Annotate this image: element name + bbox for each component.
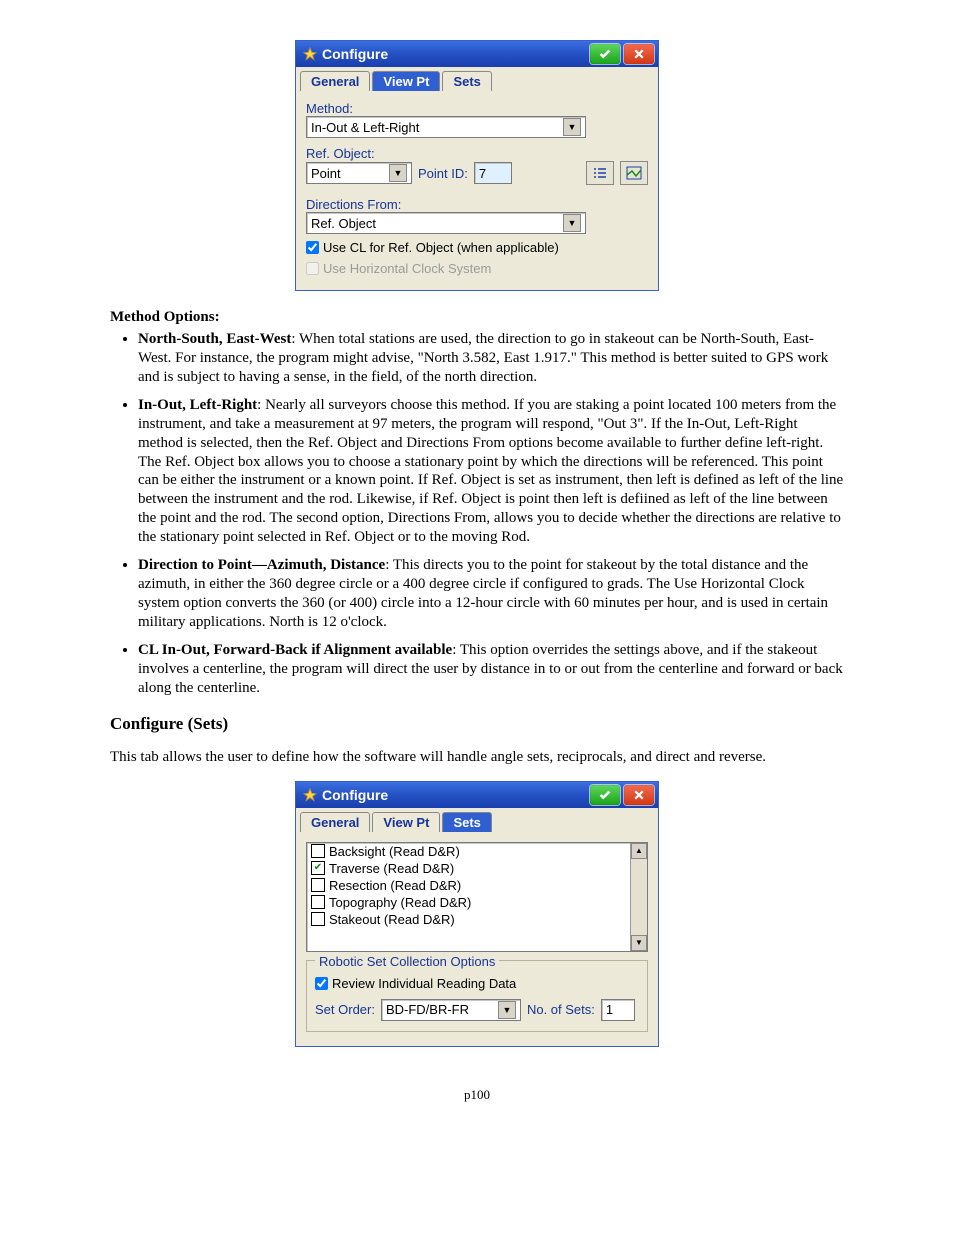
use-cl-label: Use CL for Ref. Object (when applicable) — [323, 240, 559, 255]
page-number: p100 — [110, 1087, 844, 1103]
configure-dialog-sets: Configure General View Pt Sets Backsight… — [295, 781, 659, 1047]
chevron-down-icon: ▼ — [389, 164, 407, 182]
checkbox-icon[interactable] — [311, 844, 325, 858]
panel-viewpt: Method: In-Out & Left-Right ▼ Ref. Objec… — [296, 91, 658, 290]
nosets-input[interactable]: 1 — [601, 999, 635, 1021]
configure-icon — [302, 787, 318, 803]
list-item[interactable]: Traverse (Read D&R) — [307, 860, 647, 877]
list-item: North-South, East-West: When total stati… — [138, 330, 844, 386]
configure-sets-heading: Configure (Sets) — [110, 714, 844, 734]
pointid-value: 7 — [479, 166, 486, 181]
dirfrom-label: Directions From: — [306, 197, 648, 212]
robotic-set-group: Robotic Set Collection Options Review In… — [306, 960, 648, 1032]
group-title: Robotic Set Collection Options — [315, 954, 499, 969]
review-individual-checkbox[interactable]: Review Individual Reading Data — [315, 976, 639, 991]
list-item[interactable]: Backsight (Read D&R) — [307, 843, 647, 860]
titlebar[interactable]: Configure — [296, 41, 658, 67]
tab-general[interactable]: General — [300, 812, 370, 832]
pointid-label: Point ID: — [418, 166, 468, 181]
setorder-value: BD-FD/BR-FR — [386, 1002, 469, 1017]
map-icon — [626, 166, 642, 180]
setorder-select[interactable]: BD-FD/BR-FR ▼ — [381, 999, 521, 1021]
method-options-list: North-South, East-West: When total stati… — [110, 330, 844, 698]
scrollbar[interactable]: ▲ ▼ — [630, 843, 647, 951]
close-button[interactable] — [624, 785, 654, 805]
dialog-title: Configure — [322, 787, 388, 803]
method-label: Method: — [306, 101, 648, 116]
dirfrom-select[interactable]: Ref. Object ▼ — [306, 212, 586, 234]
dialog-title: Configure — [322, 46, 388, 62]
read-dr-listbox[interactable]: Backsight (Read D&R) Traverse (Read D&R)… — [306, 842, 648, 952]
tabs: General View Pt Sets — [296, 67, 658, 91]
nosets-value: 1 — [606, 1002, 613, 1017]
chevron-down-icon: ▼ — [498, 1001, 516, 1019]
dirfrom-value: Ref. Object — [311, 216, 376, 231]
configure-dialog-viewpt: Configure General View Pt Sets Method: I… — [295, 40, 659, 291]
list-item[interactable]: Topography (Read D&R) — [307, 894, 647, 911]
review-individual-label: Review Individual Reading Data — [332, 976, 516, 991]
list-item[interactable]: Resection (Read D&R) — [307, 877, 647, 894]
list-icon — [592, 166, 608, 180]
list-item: CL In-Out, Forward-Back if Alignment ava… — [138, 641, 844, 697]
list-item: In-Out, Left-Right: Nearly all surveyors… — [138, 396, 844, 546]
setorder-label: Set Order: — [315, 1002, 375, 1017]
tab-sets[interactable]: Sets — [442, 812, 491, 832]
use-hclock-checkbox[interactable]: Use Horizontal Clock System — [306, 261, 648, 276]
panel-sets: Backsight (Read D&R) Traverse (Read D&R)… — [296, 832, 658, 1046]
refobject-select[interactable]: Point ▼ — [306, 162, 412, 184]
list-button[interactable] — [586, 161, 614, 185]
review-individual-input[interactable] — [315, 977, 328, 990]
method-select[interactable]: In-Out & Left-Right ▼ — [306, 116, 586, 138]
tab-viewpt[interactable]: View Pt — [372, 71, 440, 91]
refobject-label: Ref. Object: — [306, 146, 648, 161]
list-item: Direction to Point—Azimuth, Distance: Th… — [138, 556, 844, 631]
checkbox-icon[interactable] — [311, 878, 325, 892]
use-hclock-input — [306, 262, 319, 275]
ok-button[interactable] — [590, 785, 620, 805]
use-hclock-label: Use Horizontal Clock System — [323, 261, 491, 276]
method-options-heading: Method Options: — [110, 309, 844, 326]
tabs: General View Pt Sets — [296, 808, 658, 832]
scroll-down-icon[interactable]: ▼ — [631, 935, 647, 951]
checkbox-icon[interactable] — [311, 912, 325, 926]
tab-sets[interactable]: Sets — [442, 71, 491, 91]
use-cl-input[interactable] — [306, 241, 319, 254]
configure-sets-intro: This tab allows the user to define how t… — [110, 749, 844, 766]
configure-icon — [302, 46, 318, 62]
chevron-down-icon: ▼ — [563, 214, 581, 232]
ok-button[interactable] — [590, 44, 620, 64]
checkbox-icon[interactable] — [311, 861, 325, 875]
nosets-label: No. of Sets: — [527, 1002, 595, 1017]
tab-viewpt[interactable]: View Pt — [372, 812, 440, 832]
map-button[interactable] — [620, 161, 648, 185]
refobject-value: Point — [311, 166, 341, 181]
method-value: In-Out & Left-Right — [311, 120, 419, 135]
scroll-up-icon[interactable]: ▲ — [631, 843, 647, 859]
chevron-down-icon: ▼ — [563, 118, 581, 136]
use-cl-checkbox[interactable]: Use CL for Ref. Object (when applicable) — [306, 240, 648, 255]
checkbox-icon[interactable] — [311, 895, 325, 909]
pointid-input[interactable]: 7 — [474, 162, 512, 184]
tab-general[interactable]: General — [300, 71, 370, 91]
close-button[interactable] — [624, 44, 654, 64]
list-item[interactable]: Stakeout (Read D&R) — [307, 911, 647, 928]
titlebar[interactable]: Configure — [296, 782, 658, 808]
